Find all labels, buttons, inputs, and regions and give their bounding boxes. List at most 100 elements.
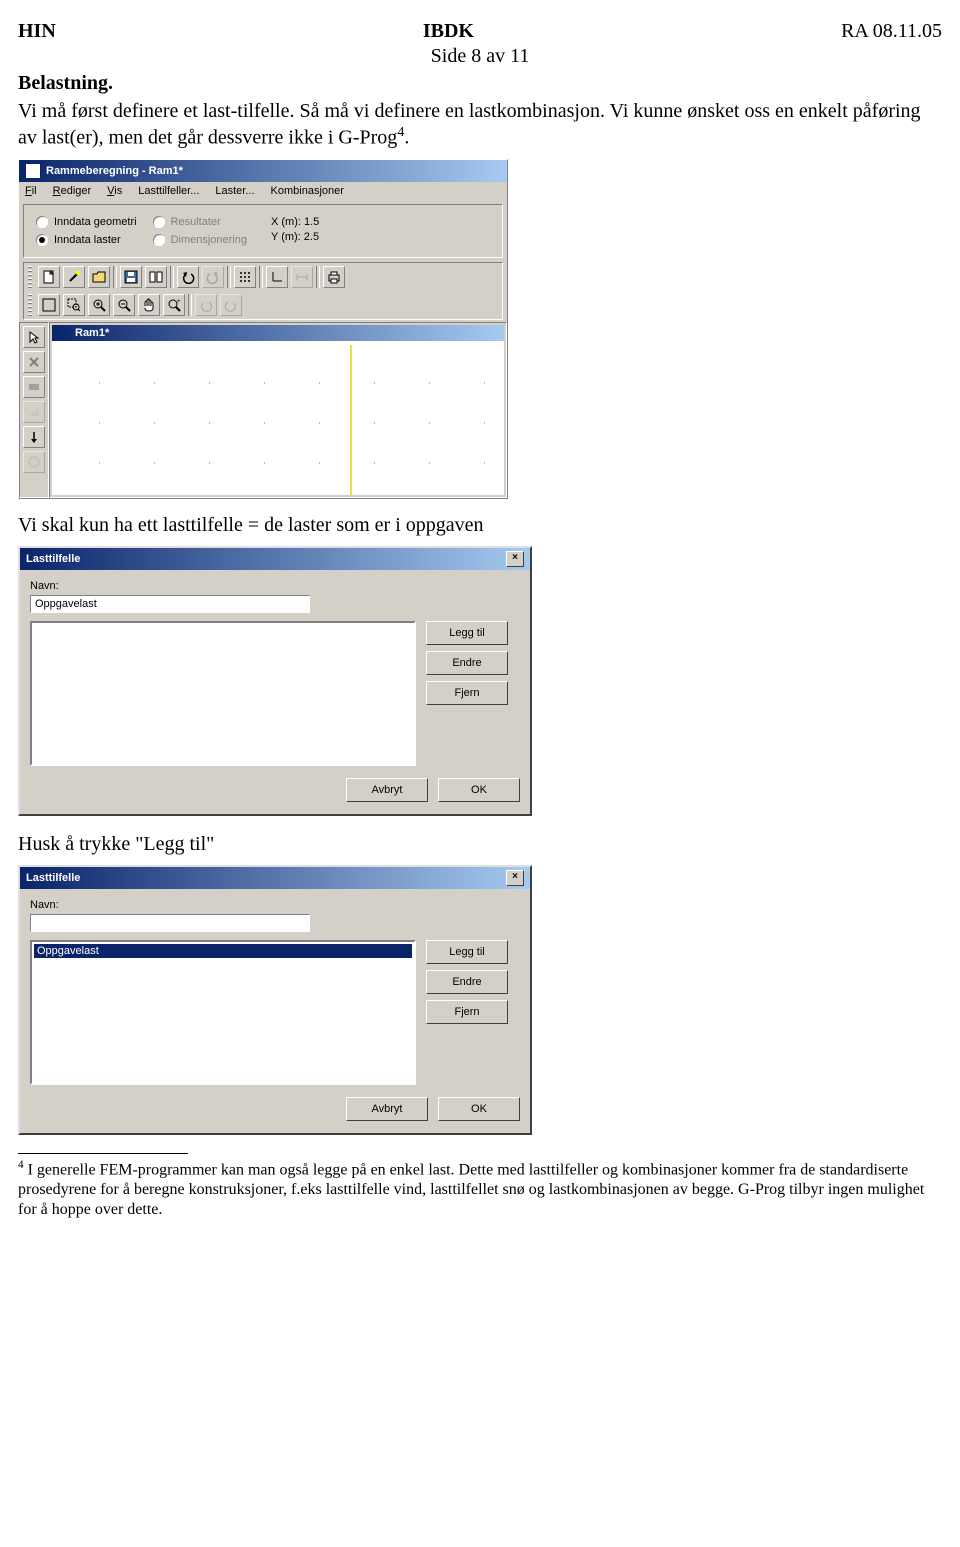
redo-button [202,266,224,288]
ramp-icon [27,405,41,419]
grid-button[interactable] [234,266,256,288]
open-button[interactable] [88,266,110,288]
radio-inndata-geometri[interactable]: Inndata geometri [36,216,137,228]
ok-button[interactable]: OK [438,1097,520,1121]
section-heading-belastning: Belastning. [18,72,942,95]
page-number: Side 8 av 11 [18,45,942,68]
save-button[interactable] [120,266,142,288]
window-title: Rammeberegning - Ram1* [46,165,183,177]
close-icon: × [512,552,518,563]
dimension-button [291,266,313,288]
pointer-tool[interactable] [23,326,45,348]
para1-dot: . [404,127,409,149]
menubar: Fil Rediger Vis Lasttilfeller... Laster.… [19,182,507,200]
zoom-window-button[interactable] [63,294,85,316]
undo-view-button [195,294,217,316]
name-label: Navn: [30,899,520,911]
paragraph-intro: Vi må først definere et last-tilfelle. S… [18,99,942,151]
name-label: Navn: [30,580,520,592]
dot-grid [52,345,504,495]
moment-tool [23,451,45,473]
add-button[interactable]: Legg til [426,621,508,645]
zoom-extents-button[interactable] [38,294,60,316]
document-titlebar[interactable]: Ram1* [52,325,504,341]
dialog-titlebar[interactable]: Lasttilfelle × [20,867,530,889]
menu-vis[interactable]: Vis [107,185,122,197]
axes-button[interactable] [266,266,288,288]
x-icon [27,355,41,369]
undo-icon [181,270,195,284]
paragraph-lasttilfelle: Vi skal kun ha ett lasttilfelle = de las… [18,513,942,538]
close-button[interactable]: × [506,551,524,567]
toolbar-grip-icon[interactable] [28,266,32,288]
radio-dot-selected-icon [36,234,48,246]
lasttilfelle-listbox[interactable] [30,621,416,766]
paragraph-legg-til: Husk å trykke "Legg til" [18,832,942,857]
menu-laster[interactable]: Laster... [215,185,254,197]
header-right: RA 08.11.05 [841,20,942,43]
radio-dimensjonering: Dimensjonering [153,234,247,246]
toolbar-separator [259,266,263,288]
undo-button[interactable] [177,266,199,288]
document-title: Ram1* [75,327,109,339]
remove-button[interactable]: Fjern [426,681,508,705]
lasttilfelle-listbox[interactable]: Oppgavelast [30,940,416,1085]
toolbar-separator [188,294,192,316]
undo-view-icon [199,298,213,312]
toolbar-separator [170,266,174,288]
radio-inndata-laster[interactable]: Inndata laster [36,234,137,246]
ramp-tool [23,401,45,423]
remove-button[interactable]: Fjern [426,1000,508,1024]
fill-tool[interactable] [23,376,45,398]
footnote-text: I generelle FEM-programmer kan man også … [18,1161,924,1218]
toolbar-1 [24,263,502,291]
menu-lasttilfeller[interactable]: Lasttilfeller... [138,185,199,197]
pan-button[interactable] [138,294,160,316]
radio-dot-icon [153,216,165,228]
list-item[interactable]: Oppgavelast [34,944,412,958]
page-header: HIN IBDK RA 08.11.05 [18,20,942,43]
drawing-area[interactable]: Ram1* [52,325,504,495]
menu-fil[interactable]: Fil [25,185,37,197]
print-button[interactable] [323,266,345,288]
radio-label: Dimensjonering [171,234,247,246]
view-options-panel: Inndata geometri Inndata laster Resultat… [23,204,503,258]
window-titlebar[interactable]: Rammeberegning - Ram1* [19,160,507,182]
dimension-icon [295,270,309,284]
toolbar-separator [113,266,117,288]
layout-button[interactable] [145,266,167,288]
close-button[interactable]: × [506,870,524,886]
new-file-button[interactable] [38,266,60,288]
wizard-button[interactable] [63,266,85,288]
add-button[interactable]: Legg til [426,940,508,964]
cancel-button[interactable]: Avbryt [346,1097,428,1121]
edit-button[interactable]: Endre [426,970,508,994]
name-input[interactable] [30,914,310,932]
doc-icon [58,327,70,339]
down-arrow-icon [27,430,41,444]
toolbar-separator [316,266,320,288]
cancel-button[interactable]: Avbryt [346,778,428,802]
zoom-in-button[interactable] [88,294,110,316]
edit-button[interactable]: Endre [426,651,508,675]
point-load-tool[interactable] [23,426,45,448]
delete-tool[interactable] [23,351,45,373]
dialog-titlebar[interactable]: Lasttilfelle × [20,548,530,570]
fit-icon [42,298,56,312]
zoom-realtime-button[interactable]: + [163,294,185,316]
menu-kombinasjoner[interactable]: Kombinasjoner [271,185,344,197]
ok-button[interactable]: OK [438,778,520,802]
close-icon: × [512,871,518,882]
folder-open-icon [92,270,106,284]
radio-label: Inndata geometri [54,216,137,228]
menu-rediger[interactable]: Rediger [53,185,92,197]
toolbar-grip-icon[interactable] [28,294,32,316]
dialog-title: Lasttilfelle [26,872,80,884]
name-input[interactable] [30,595,310,613]
zoom-out-icon [117,298,131,312]
redo-view-button [220,294,242,316]
document-icon [42,270,56,284]
radio-label: Resultater [171,216,221,228]
zoom-out-button[interactable] [113,294,135,316]
radio-dot-icon [153,234,165,246]
